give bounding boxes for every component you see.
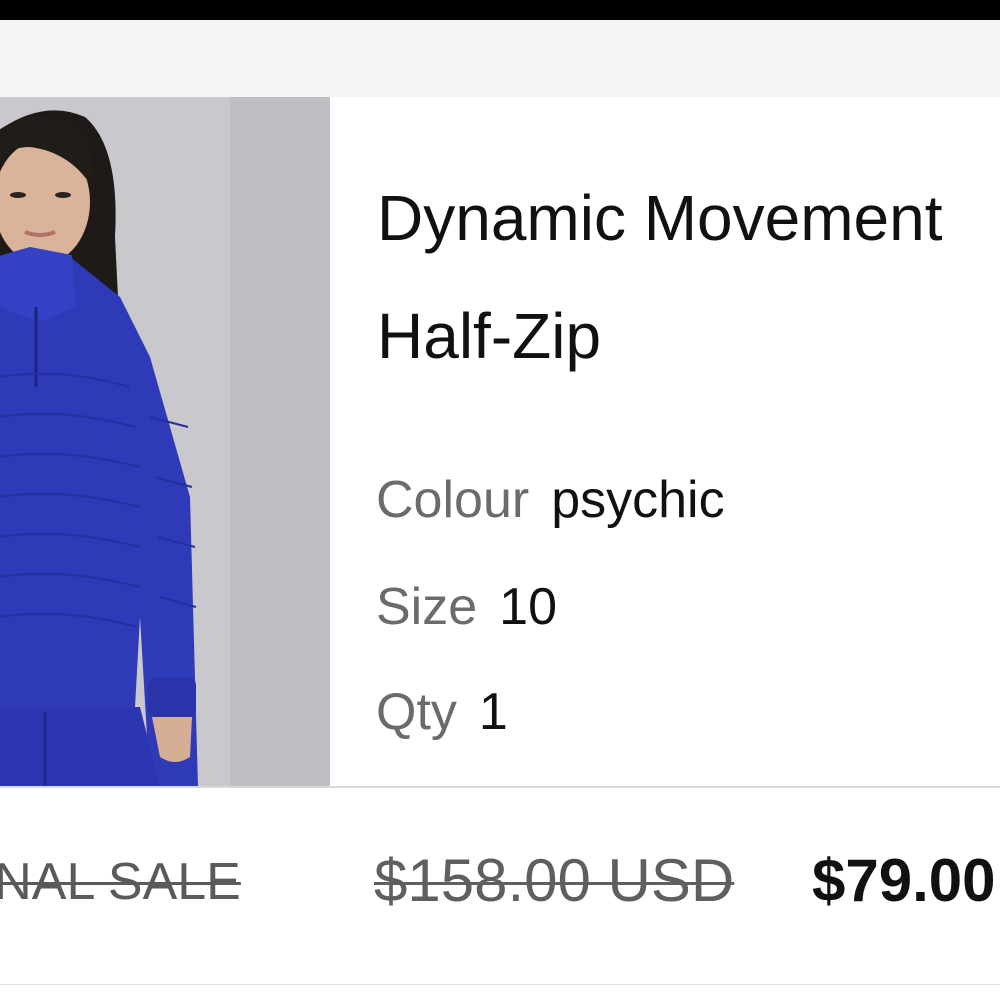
product-photo-illustration bbox=[0, 97, 330, 787]
sale-price: $79.00 USD bbox=[812, 847, 1000, 914]
qty-value: 1 bbox=[478, 683, 508, 741]
colour-label: Colour bbox=[376, 471, 530, 529]
product-info: Dynamic Movement Half-Zip Colour psychic … bbox=[330, 97, 1000, 787]
product-image[interactable] bbox=[0, 97, 330, 787]
product-title-line2: Half-Zip bbox=[377, 300, 602, 372]
price-row: FINAL SALE $158.00 USD $79.00 USD bbox=[0, 788, 1000, 984]
colour-row: Colour psychic bbox=[376, 470, 725, 530]
colour-value: psychic bbox=[551, 471, 725, 529]
header-strip bbox=[0, 20, 1000, 98]
order-item-screen: Dynamic Movement Half-Zip Colour psychic … bbox=[0, 0, 1000, 1000]
size-row: Size 10 bbox=[376, 577, 557, 637]
qty-row: Qty 1 bbox=[376, 682, 508, 742]
final-sale-badge: FINAL SALE bbox=[0, 853, 241, 911]
status-bar bbox=[0, 0, 1000, 20]
size-label: Size bbox=[376, 578, 478, 636]
original-price: $158.00 USD bbox=[374, 847, 735, 914]
product-title[interactable]: Dynamic Movement Half-Zip bbox=[377, 159, 1000, 395]
qty-label: Qty bbox=[376, 683, 457, 741]
size-value: 10 bbox=[499, 578, 557, 636]
product-title-line1: Dynamic Movement bbox=[377, 182, 943, 254]
bottom-divider bbox=[0, 984, 1000, 1000]
